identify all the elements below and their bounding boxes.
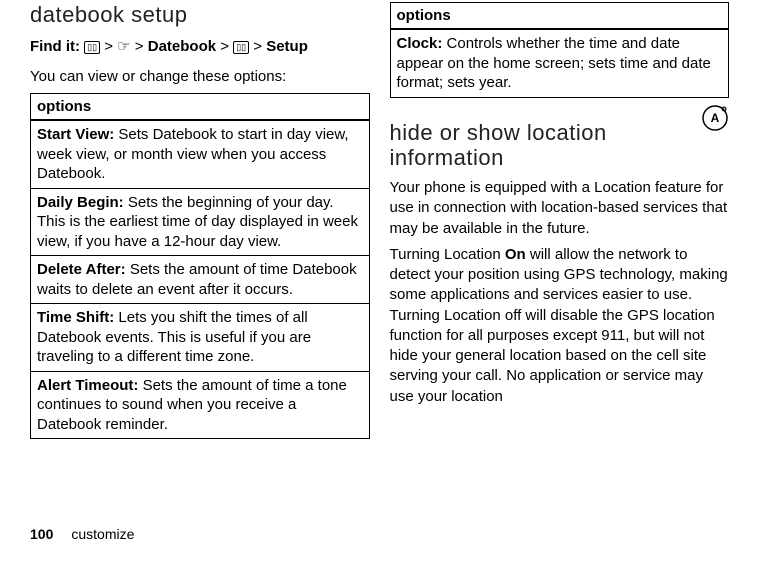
page-footer: 100 customize (0, 520, 759, 548)
options-table-right: options Clock: Controls whether the time… (390, 2, 730, 98)
row-label: Clock: (397, 35, 443, 52)
table-row: Start View: Sets Datebook to start in da… (31, 120, 370, 188)
section-heading-location: hide or show location information (390, 120, 730, 171)
row-text: Controls whether the time and date appea… (397, 35, 711, 91)
table-row: Clock: Controls whether the time and dat… (390, 29, 729, 97)
row-label: Daily Begin: (37, 194, 124, 211)
menu-icon: ▯▯ (233, 41, 249, 54)
svg-text:A: A (711, 111, 720, 125)
table-row: Delete After: Sets the amount of time Da… (31, 256, 370, 304)
find-it-path: Find it: ▯▯ > ☞ > Datebook > ▯▯ > Setup (30, 36, 370, 57)
row-label: Start View: (37, 126, 114, 143)
para2-part-a: Turning Location (390, 246, 505, 263)
footer-section-name: customize (71, 526, 134, 542)
location-para-2: Turning Location On will allow the netwo… (390, 245, 730, 407)
section-heading-datebook-setup: datebook setup (30, 2, 370, 28)
table-row: Alert Timeout: Sets the amount of time a… (31, 371, 370, 439)
accessory-icon: A (701, 104, 729, 137)
path-setup: Setup (266, 38, 308, 55)
hand-icon: ☞ (117, 38, 130, 55)
row-label: Time Shift: (37, 309, 114, 326)
options-header-left: options (31, 94, 370, 121)
path-datebook: Datebook (148, 38, 216, 55)
options-header-right: options (390, 3, 729, 30)
on-bold: On (505, 246, 526, 263)
page-number: 100 (30, 526, 53, 542)
right-column: options Clock: Controls whether the time… (380, 0, 740, 520)
location-para-1: Your phone is equipped with a Location f… (390, 178, 730, 239)
find-it-label: Find it: (30, 38, 80, 55)
menu-icon: ▯▯ (84, 41, 100, 54)
left-column: datebook setup Find it: ▯▯ > ☞ > Dateboo… (20, 0, 380, 520)
options-table-left: options Start View: Sets Datebook to sta… (30, 93, 370, 439)
page-content: datebook setup Find it: ▯▯ > ☞ > Dateboo… (0, 0, 759, 520)
table-row: Time Shift: Lets you shift the times of … (31, 304, 370, 372)
row-label: Alert Timeout: (37, 377, 138, 394)
para2-part-b: will allow the network to detect your po… (390, 246, 728, 405)
row-label: Delete After: (37, 261, 126, 278)
table-row: Daily Begin: Sets the beginning of your … (31, 188, 370, 256)
intro-text: You can view or change these options: (30, 67, 370, 87)
